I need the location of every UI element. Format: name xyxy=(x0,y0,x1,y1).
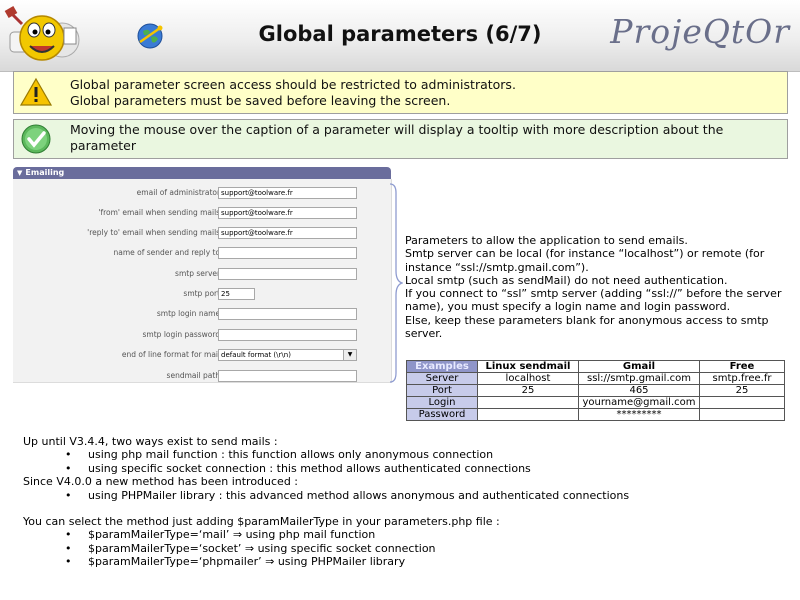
sender-name-input[interactable] xyxy=(218,247,357,259)
table-cell: smtp.free.fr xyxy=(699,372,785,385)
warning-text: Global parameter screen access should be… xyxy=(70,77,516,109)
examples-table: Examples Linux sendmail Gmail Free Serve… xyxy=(406,360,785,421)
info-text: Moving the mouse over the caption of a p… xyxy=(70,122,724,153)
reply-to-email-input[interactable]: support@toolware.fr xyxy=(218,227,357,239)
table-row: Port 25 465 25 xyxy=(406,384,785,397)
desc-line: Local smtp (such as sendMail) do not nee… xyxy=(405,273,728,287)
brand-logo-text: ProjeQtOr xyxy=(610,12,790,51)
table-cell: ssl://smtp.gmail.com xyxy=(578,372,700,385)
emailing-section-header[interactable]: ▼ Emailing xyxy=(13,167,391,179)
emailing-panel: email of administrator : support@toolwar… xyxy=(13,179,392,383)
table-row: Server localhost ssl://smtp.gmail.com sm… xyxy=(406,372,785,385)
warning-line-1: Global parameter screen access should be… xyxy=(70,77,516,92)
table-cell xyxy=(477,408,579,421)
list-item: $paramMailerType=‘mail’ ⇒ using php mail… xyxy=(23,528,783,542)
table-header-row: Examples Linux sendmail Gmail Free xyxy=(406,360,785,373)
table-cell: 465 xyxy=(578,384,700,397)
table-cell xyxy=(699,396,785,409)
param-row-from-email: 'from' email when sending mails : suppor… xyxy=(13,207,391,221)
emailing-section-title: Emailing xyxy=(25,168,65,177)
param-row-eol-format: end of line format for mail : default fo… xyxy=(13,349,391,363)
table-header-cell: Gmail xyxy=(578,360,700,373)
admin-email-input[interactable]: support@toolware.fr xyxy=(218,187,357,199)
table-row: Password ********* xyxy=(406,408,785,421)
checkmark-icon xyxy=(21,124,51,154)
param-label: end of line format for mail : xyxy=(121,350,225,359)
desc-line: Else, keep these parameters blank for an… xyxy=(405,313,769,341)
smtp-password-input[interactable] xyxy=(218,329,357,341)
param-row-smtp-login: smtp login name : xyxy=(13,308,391,322)
list-item: using php mail function : this function … xyxy=(23,448,783,462)
table-cell xyxy=(477,396,579,409)
smtp-port-input[interactable]: 25 xyxy=(218,288,255,300)
notes-section: Up until V3.4.4, two ways exist to send … xyxy=(23,435,783,569)
param-row-sendmail-path: sendmail path : xyxy=(13,370,391,384)
dropdown-arrow-icon[interactable]: ▼ xyxy=(343,350,356,360)
notes-paragraph: Since V4.0.0 a new method has been intro… xyxy=(23,475,299,489)
param-label: name of sender and reply to : xyxy=(113,248,225,257)
table-header-cell: Free xyxy=(699,360,785,373)
desc-line: Smtp server can be local (for instance “… xyxy=(405,247,765,274)
table-row: Login yourname@gmail.com xyxy=(406,396,785,409)
table-row-header: Server xyxy=(406,372,478,385)
param-row-smtp-port: smtp port : 25 xyxy=(13,288,391,302)
warning-banner: Global parameter screen access should be… xyxy=(13,71,788,114)
param-row-smtp-password: smtp login password : xyxy=(13,329,391,343)
notes-paragraph: Up until V3.4.4, two ways exist to send … xyxy=(23,435,278,448)
table-row-header: Password xyxy=(406,408,478,421)
eol-format-value: default format (\r\n) xyxy=(221,351,291,359)
table-row-header: Login xyxy=(406,396,478,409)
param-label: 'from' email when sending mails : xyxy=(98,208,225,217)
table-cell: 25 xyxy=(477,384,579,397)
table-header-cell: Linux sendmail xyxy=(477,360,579,373)
param-label: email of administrator : xyxy=(136,188,225,197)
collapse-arrow-icon[interactable]: ▼ xyxy=(17,169,22,177)
smtp-login-input[interactable] xyxy=(218,308,357,320)
param-row-reply-to-email: 'reply to' email when sending mails : su… xyxy=(13,227,391,241)
param-row-admin-email: email of administrator : support@toolwar… xyxy=(13,187,391,201)
param-label: 'reply to' email when sending mails : xyxy=(87,228,225,237)
brace-connector xyxy=(389,183,403,383)
emailing-description: Parameters to allow the application to s… xyxy=(405,234,795,340)
info-banner: Moving the mouse over the caption of a p… xyxy=(13,119,788,159)
param-label: sendmail path : xyxy=(166,371,225,380)
param-row-smtp-server: smtp server : xyxy=(13,268,391,282)
table-cell: yourname@gmail.com xyxy=(578,396,700,409)
desc-line: If you connect to “ssl” smtp server (add… xyxy=(405,287,782,314)
desc-line: Parameters to allow the application to s… xyxy=(405,234,688,247)
warning-line-2: Global parameters must be saved before l… xyxy=(70,93,451,108)
eol-format-select[interactable]: default format (\r\n) ▼ xyxy=(218,349,357,361)
param-row-sender-name: name of sender and reply to : xyxy=(13,247,391,261)
list-item: using specific socket connection : this … xyxy=(23,462,783,476)
from-email-input[interactable]: support@toolware.fr xyxy=(218,207,357,219)
list-item: using PHPMailer library : this advanced … xyxy=(23,489,783,503)
notes-paragraph: You can select the method just adding $p… xyxy=(23,515,500,529)
param-label: smtp login name : xyxy=(156,309,225,318)
table-header-cell: Examples xyxy=(406,360,478,373)
smtp-server-input[interactable] xyxy=(218,268,357,280)
table-cell xyxy=(699,408,785,421)
list-item: $paramMailerType=‘socket’ ⇒ using specif… xyxy=(23,542,783,556)
param-label: smtp login password : xyxy=(142,330,225,339)
table-row-header: Port xyxy=(406,384,478,397)
sendmail-path-input[interactable] xyxy=(218,370,357,382)
table-cell: localhost xyxy=(477,372,579,385)
warning-icon xyxy=(20,77,52,106)
table-cell: ********* xyxy=(578,408,700,421)
table-cell: 25 xyxy=(699,384,785,397)
list-item: $paramMailerType=‘phpmailer’ ⇒ using PHP… xyxy=(23,555,783,569)
